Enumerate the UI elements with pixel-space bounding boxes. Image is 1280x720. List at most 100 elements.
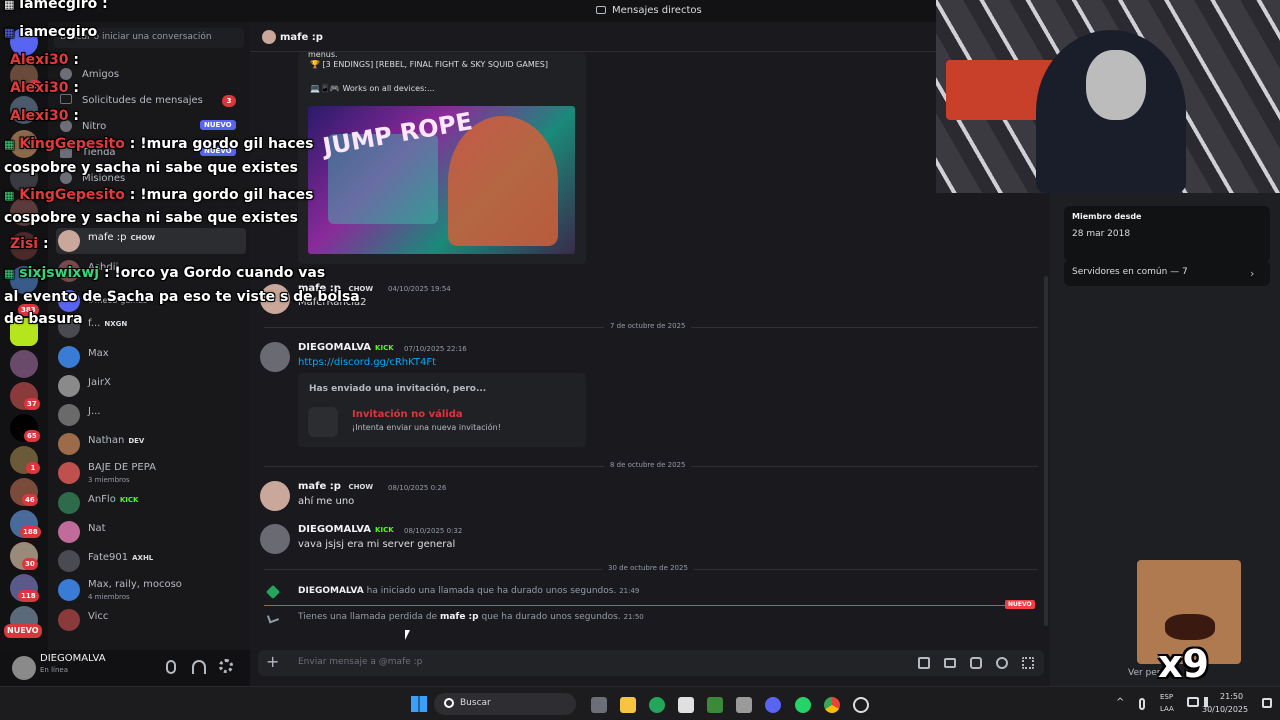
avatar: [58, 433, 80, 455]
group-avatar: [58, 462, 80, 484]
server-icon[interactable]: [10, 350, 38, 378]
avatar: [58, 404, 80, 426]
sticker-icon[interactable]: [970, 657, 982, 669]
add-attachment-icon[interactable]: +: [266, 652, 279, 671]
avatar[interactable]: [260, 524, 290, 554]
avatar: [262, 30, 276, 44]
chat-recipient-name[interactable]: mafe :p: [280, 32, 323, 43]
microphone-icon[interactable]: [1139, 698, 1145, 710]
member-count: 4 miembros: [88, 593, 130, 601]
nav-friends[interactable]: Amigos: [56, 64, 246, 86]
dm-group-item[interactable]: Max, raily, mocoso 4 miembros: [56, 577, 246, 603]
nav-label: Solicitudes de mensajes: [82, 95, 203, 106]
dm-group-item[interactable]: BAJE DE PEPA 3 miembros: [56, 460, 246, 486]
overlay-chat-line: de basura: [4, 311, 83, 327]
clan-tag: KICK: [375, 526, 394, 534]
obs-icon[interactable]: [853, 697, 869, 713]
emote-mouth: [1165, 614, 1215, 640]
emoji-icon[interactable]: [996, 657, 1008, 669]
overlay-chat-line: ▦ sixjswixwj : !orco ya Gordo cuando vas: [4, 265, 326, 281]
chevron-up-icon[interactable]: ^: [1116, 697, 1124, 708]
clock-time[interactable]: 21:50: [1220, 692, 1243, 701]
headphones-icon[interactable]: [192, 660, 206, 674]
invite-link[interactable]: https://discord.gg/cRhKT4Ft: [298, 357, 436, 368]
apps-icon[interactable]: [1022, 657, 1034, 669]
minecraft-icon[interactable]: [707, 697, 723, 713]
avatar[interactable]: [260, 342, 290, 372]
clock-date[interactable]: 30/10/2025: [1202, 705, 1248, 714]
date-divider-label: 30 de octubre de 2025: [602, 564, 694, 572]
microphone-icon[interactable]: [166, 660, 176, 674]
dm-item[interactable]: Nathan DEV: [56, 431, 246, 457]
overlay-chat-line: al evento de Sacha pa eso te viste s de …: [4, 289, 360, 305]
taskbar-search[interactable]: Buscar: [434, 693, 576, 715]
avatar[interactable]: [12, 656, 36, 680]
nav-label: Nitro: [82, 121, 107, 132]
message-text: vava jsjsj era mi server general: [298, 539, 456, 550]
avatar: [58, 492, 80, 514]
windows-start-icon[interactable]: [411, 696, 427, 712]
message-input[interactable]: Enviar mensaje a @mafe :p: [298, 657, 422, 667]
search-placeholder: Buscar: [460, 698, 491, 708]
date-divider-label: 7 de octubre de 2025: [604, 322, 692, 330]
taskbar: Buscar ^ ESP LAA 21:50 30/10/2025: [0, 686, 1280, 720]
discord-icon[interactable]: [765, 697, 781, 713]
chrome-icon[interactable]: [824, 697, 840, 713]
avatar[interactable]: [260, 481, 290, 511]
whatsapp-icon[interactable]: [795, 697, 811, 713]
language-indicator[interactable]: ESP: [1160, 693, 1173, 701]
app-root: Mensajes directos 3 383 37 65 1 46 188 3…: [0, 0, 1280, 720]
store-icon[interactable]: [678, 697, 694, 713]
gift-icon[interactable]: [918, 657, 930, 669]
group-avatar: [58, 579, 80, 601]
scrollbar[interactable]: [1044, 276, 1048, 626]
dm-item[interactable]: Nat: [56, 519, 246, 545]
dm-name: Vicc: [88, 611, 109, 622]
new-messages-line: [264, 605, 1010, 606]
webcam-overlay: [936, 0, 1280, 193]
overlay-chat-line: ▦ KingGepesito : !mura gordo gil haces: [4, 136, 314, 152]
dm-item[interactable]: mafe :p CHOW: [56, 228, 246, 254]
user-name: DIEGOMALVA: [40, 653, 106, 664]
message-timestamp: 08/10/2025 0:26: [388, 484, 447, 492]
message-timestamp: 08/10/2025 0:32: [404, 527, 463, 535]
dm-name: Nathan: [88, 435, 125, 446]
dm-name: J...: [88, 406, 101, 417]
embed-image[interactable]: JUMP ROPE: [308, 106, 575, 254]
search-icon: [444, 698, 454, 708]
overlay-chat-line: ▦ iamecgiro: [4, 24, 98, 40]
gif-icon[interactable]: [944, 658, 956, 668]
message-author[interactable]: DIEGOMALVA KICK: [298, 524, 394, 535]
dm-item[interactable]: JairX: [56, 373, 246, 399]
dm-name: Fate901: [88, 552, 129, 563]
app-icon[interactable]: [736, 697, 752, 713]
language-region[interactable]: LAA: [1160, 705, 1174, 713]
dm-item[interactable]: Fate901 AXHL: [56, 548, 246, 574]
dm-item[interactable]: AnFlo KICK: [56, 490, 246, 516]
clan-tag: NXGN: [104, 320, 128, 328]
message-author[interactable]: DIEGOMALVA KICK: [298, 342, 394, 353]
avatar: [58, 609, 80, 631]
dm-item[interactable]: J...: [56, 402, 246, 428]
settings-gear-icon[interactable]: [219, 659, 233, 673]
overlay-chat-line: Alexi30 :: [10, 52, 79, 68]
network-icon[interactable]: [1187, 697, 1199, 707]
task-view-icon[interactable]: [591, 697, 607, 713]
file-explorer-icon[interactable]: [620, 697, 636, 713]
nav-message-requests[interactable]: Solicitudes de mensajes 3: [56, 90, 246, 112]
member-since-card: Miembro desde 28 mar 2018: [1064, 206, 1270, 262]
avatar: [58, 375, 80, 397]
unread-badge: 46: [22, 494, 38, 506]
dm-item[interactable]: Vicc: [56, 607, 246, 633]
new-badge: NUEVO: [1005, 600, 1035, 609]
dm-item[interactable]: f... NXGN: [56, 314, 246, 340]
clan-tag: DEV: [128, 437, 145, 445]
mutual-servers-row[interactable]: Servidores en común — 7 ›: [1064, 260, 1270, 286]
dm-item[interactable]: Max: [56, 344, 246, 370]
message-author[interactable]: mafe :p CHOW: [298, 481, 373, 492]
dm-name: Max, raily, mocoso: [88, 579, 182, 590]
call-event: DIEGOMALVA ha iniciado una llamada que h…: [298, 586, 640, 596]
xbox-icon[interactable]: [649, 697, 665, 713]
notifications-icon[interactable]: [1262, 698, 1272, 708]
nav-nitro[interactable]: Nitro NUEVO: [56, 116, 246, 138]
